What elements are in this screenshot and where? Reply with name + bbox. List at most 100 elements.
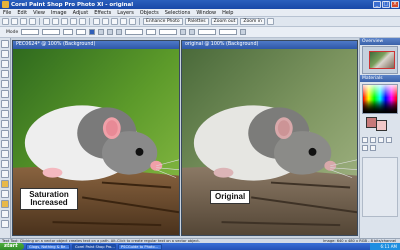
image-canvas[interactable] [182,49,357,235]
font-dropdown[interactable] [42,29,61,35]
toolbar-divider [39,18,40,25]
mode-dropdown[interactable] [21,29,40,35]
document-title: original @ 100% (Background) [182,41,357,49]
browse-icon[interactable] [93,18,100,25]
menu-effects[interactable]: Effects [91,10,114,16]
all-tools-icon[interactable] [370,145,376,151]
antialias-toggle[interactable] [180,29,187,35]
menu-layers[interactable]: Layers [114,10,137,16]
gradient-icon[interactable] [370,137,376,143]
tool-options-bar: Mode [0,27,400,38]
caption-line-2: Increased [30,198,68,207]
start-button[interactable]: start [0,243,24,250]
zoom-tool-icon[interactable] [1,50,9,58]
dropper-icon[interactable] [1,110,9,118]
preset-shape-icon[interactable] [1,210,9,218]
materials-options [362,137,398,151]
magic-wand-icon[interactable] [1,100,9,108]
dodge-icon[interactable] [1,150,9,158]
redo-icon[interactable] [52,18,59,25]
overview-palette-header[interactable]: Overview [360,38,400,45]
camera-icon[interactable] [102,18,109,25]
menu-view[interactable]: View [30,10,48,16]
pen-tool-icon[interactable] [1,220,9,228]
toolbar-divider [139,18,140,25]
warp-toggle[interactable] [189,29,196,35]
crop-tool-icon[interactable] [1,70,9,78]
move-tool-icon[interactable] [1,80,9,88]
minimize-button[interactable]: _ [373,1,381,8]
menu-window[interactable]: Window [193,10,219,16]
paint-brush-icon[interactable] [1,130,9,138]
resize-icon[interactable] [120,18,127,25]
save-icon[interactable] [20,18,27,25]
rat-photo-original [182,49,357,235]
pattern-icon[interactable] [378,137,384,143]
close-button[interactable]: × [391,1,399,8]
menu-objects[interactable]: Objects [137,10,162,16]
red-eye-icon[interactable] [1,120,9,128]
alignment-dropdown[interactable] [125,29,144,35]
zoom-out-button[interactable]: Zoom out [210,18,239,25]
overview-thumbnail[interactable] [369,51,395,69]
zoom-in-button[interactable]: Zoom in [240,18,265,25]
palettes-button[interactable]: Palettes [184,18,209,25]
window-controls: _ □ × [373,1,399,8]
crop-icon[interactable] [129,18,136,25]
flood-fill-icon[interactable] [1,180,9,188]
text-tool-icon[interactable] [1,200,9,208]
document-title: PEC0624* @ 100% (Background) [13,41,179,49]
clone-brush-icon[interactable] [1,140,9,148]
selection-tool-icon[interactable] [1,90,9,98]
new-file-icon[interactable] [2,18,9,25]
menu-help[interactable]: Help [219,10,236,16]
size-field[interactable] [63,29,74,35]
background-color-swatch[interactable] [376,120,387,131]
open-file-icon[interactable] [11,18,18,25]
apply-button[interactable] [240,29,247,35]
strike-toggle[interactable] [116,29,123,35]
leading-field[interactable] [219,29,238,35]
smudge-icon[interactable] [1,160,9,168]
menu-file[interactable]: File [0,10,14,16]
caption-saturation-increased: Saturation Increased [20,188,78,210]
menu-adjust[interactable]: Adjust [70,10,92,16]
print-icon[interactable] [29,18,36,25]
overview-palette[interactable] [362,46,398,74]
menu-selections[interactable]: Selections [162,10,194,16]
underline-toggle[interactable] [107,29,114,35]
copy-icon[interactable] [70,18,77,25]
eraser-icon[interactable] [1,170,9,178]
color-swatches [362,117,398,131]
taskbar-item-glogs[interactable]: Glogs, Nothing & Be... [26,243,70,250]
help-icon[interactable] [266,18,274,25]
transparent-icon[interactable] [362,145,368,151]
color-spectrum-picker[interactable] [362,84,398,114]
line-style-dropdown[interactable] [159,29,178,35]
cut-icon[interactable] [61,18,68,25]
pan-tool-icon[interactable] [1,40,9,48]
taskbar-item-pscguide[interactable]: PSCGuide to Photo... [118,243,162,250]
toolbar-divider [89,18,90,25]
caption-original: Original [210,190,250,204]
tools-palette [0,38,11,238]
kerning-field[interactable] [198,29,217,35]
materials-palette-header[interactable]: Materials [360,75,400,82]
picture-tube-icon[interactable] [1,190,9,198]
maximize-button[interactable]: □ [382,1,390,8]
stroke-width-field[interactable] [146,29,157,35]
menu-edit[interactable]: Edit [14,10,30,16]
paste-icon[interactable] [79,18,86,25]
enhance-photo-button[interactable]: Enhance Photo [143,18,183,25]
scan-icon[interactable] [111,18,118,25]
taskbar-item-paintshop[interactable]: Corel Paint Shop Pro... [72,243,116,250]
swap-colors-icon[interactable] [362,137,368,143]
italic-toggle[interactable] [98,29,105,35]
undo-icon[interactable] [43,18,50,25]
deform-tool-icon[interactable] [1,60,9,68]
texture-icon[interactable] [386,137,392,143]
units-dropdown[interactable] [76,29,87,35]
document-window-original[interactable]: original @ 100% (Background) [181,40,358,236]
bold-toggle[interactable] [89,29,96,35]
menu-image[interactable]: Image [48,10,70,16]
